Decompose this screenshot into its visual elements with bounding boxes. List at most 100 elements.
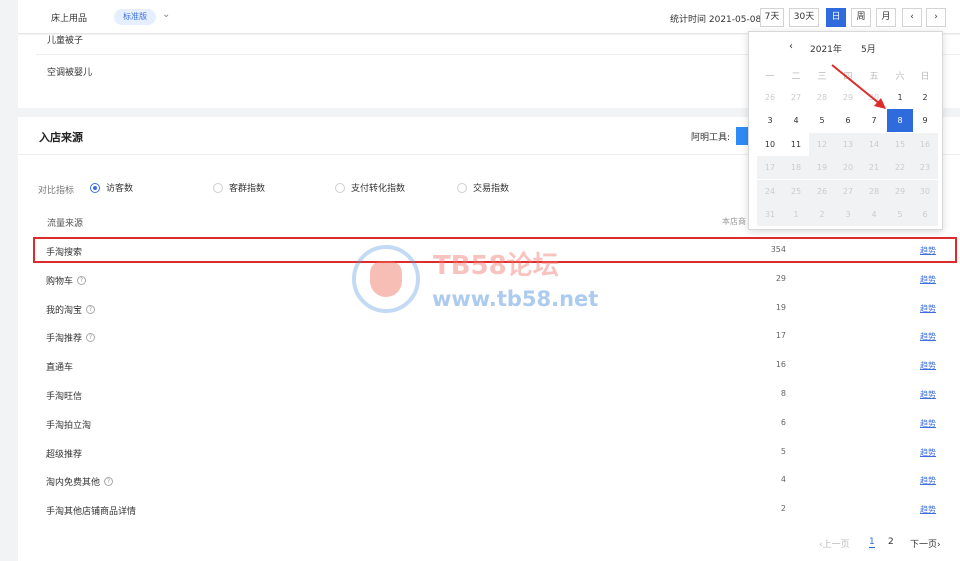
metric-radio-visitors[interactable]: 访客数 — [90, 181, 133, 194]
date-cell[interactable]: 7 — [861, 109, 887, 132]
trend-link[interactable]: 趋势 — [920, 360, 936, 371]
radio-icon — [90, 182, 100, 193]
visitor-count: 29 — [775, 273, 786, 283]
column-header-shop[interactable]: 本店商 — [722, 216, 746, 227]
help-icon[interactable]: ? — [86, 304, 96, 314]
date-cell: 19 — [809, 156, 835, 180]
source-name-label: 淘内免费其他 — [46, 478, 101, 489]
list-item[interactable]: 空调被婴儿 — [47, 65, 92, 78]
source-name-label: 直通车 — [46, 363, 74, 374]
trend-link[interactable]: 趋势 — [920, 418, 936, 429]
date-cell[interactable]: 27 — [783, 86, 809, 109]
period-7d-button[interactable]: 7天 — [760, 8, 784, 27]
trend-link[interactable]: 趋势 — [920, 389, 936, 400]
date-cell: 1 — [783, 203, 809, 226]
table-row: 直通车 16 趋势 — [18, 351, 960, 379]
visitor-count: 2 — [780, 504, 786, 514]
date-cell: 26 — [809, 179, 835, 203]
weekday-label: 一 — [765, 72, 775, 82]
trend-link[interactable]: 趋势 — [920, 475, 936, 486]
source-name-label: 购物车 — [46, 276, 74, 287]
weekday-label: 二 — [791, 72, 801, 82]
page-2-button[interactable]: 2 — [888, 537, 894, 547]
radio-label: 访客数 — [106, 184, 134, 194]
date-cell[interactable]: 5 — [809, 109, 835, 132]
source-name-label: 手淘旺信 — [46, 392, 83, 402]
next-page-button[interactable]: 下一页› — [910, 537, 941, 550]
page-1-button[interactable]: 1 — [869, 537, 875, 548]
edition-badge[interactable]: 标准版 — [114, 9, 156, 25]
weekday-label: 日 — [920, 72, 930, 82]
radio-icon — [457, 182, 467, 193]
watermark-url: www.tb58.net — [432, 287, 599, 311]
month-select[interactable]: 5月 — [861, 42, 876, 55]
period-day-button[interactable]: 日 — [826, 8, 846, 27]
column-header-source: 流量来源 — [47, 219, 84, 229]
tool-label: 阿明工具: — [691, 133, 731, 143]
weekday-label: 六 — [895, 72, 905, 82]
date-cell: 16 — [912, 132, 938, 156]
date-cell: 25 — [783, 179, 809, 203]
date-cell[interactable]: 9 — [912, 109, 938, 132]
visitor-count: 17 — [775, 331, 786, 341]
prev-page-button[interactable]: ‹上一页 — [819, 537, 850, 550]
date-cell: 2 — [809, 203, 835, 226]
date-cell[interactable]: 1 — [887, 86, 913, 109]
source-name: 直通车 — [46, 360, 73, 373]
date-cell: 18 — [783, 156, 809, 180]
date-cell[interactable]: 10 — [757, 133, 783, 156]
visitor-count: 19 — [775, 302, 786, 312]
list-item[interactable]: 儿童被子 — [47, 33, 83, 46]
period-week-button[interactable]: 周 — [851, 8, 871, 27]
next-period-button[interactable]: › — [926, 8, 946, 27]
trend-link[interactable]: 趋势 — [920, 274, 936, 285]
period-month-button[interactable]: 月 — [876, 8, 896, 27]
year-select[interactable]: 2021年 — [810, 42, 842, 55]
date-cell[interactable]: 3 — [757, 109, 783, 132]
date-cell: 4 — [861, 203, 887, 226]
section-title: 入店来源 — [39, 131, 83, 144]
source-name-label: 手淘推荐 — [46, 334, 83, 345]
chevron-down-icon[interactable]: ⌄ — [162, 9, 170, 20]
date-cell[interactable]: 11 — [783, 133, 809, 156]
trend-link[interactable]: 趋势 — [920, 504, 936, 515]
help-icon[interactable]: ? — [77, 275, 87, 285]
prev-period-button[interactable]: ‹ — [902, 8, 922, 27]
date-cell: 24 — [757, 179, 783, 203]
date-cell: 5 — [887, 203, 913, 226]
trend-link[interactable]: 趋势 — [920, 331, 936, 342]
period-30d-button[interactable]: 30天 — [789, 8, 819, 27]
date-cell: 3 — [835, 203, 861, 226]
metric-radio-trade-index[interactable]: 交易指数 — [457, 181, 509, 194]
date-cell[interactable]: 6 — [835, 109, 861, 132]
visitor-count: 6 — [780, 417, 786, 427]
date-cell: 12 — [809, 132, 835, 156]
source-name: 购物车? — [46, 274, 87, 287]
prev-month-icon[interactable]: ‹ — [789, 41, 793, 52]
date-cell[interactable]: 4 — [783, 109, 809, 132]
date-picker-header: ‹ 2021年 5月 — [749, 32, 942, 62]
category-label[interactable]: 床上用品 — [51, 11, 87, 24]
radio-label: 支付转化指数 — [351, 184, 406, 194]
source-name: 手淘推荐? — [46, 331, 96, 345]
trend-link[interactable]: 趋势 — [920, 447, 936, 458]
trend-link[interactable]: 趋势 — [920, 303, 936, 314]
watermark-logo-icon — [352, 245, 420, 313]
help-icon[interactable]: ? — [86, 333, 96, 343]
date-cell: 21 — [861, 156, 887, 180]
help-icon[interactable]: ? — [104, 477, 114, 487]
metric-radio-conversion-index[interactable]: 支付转化指数 — [335, 181, 405, 194]
source-name-label: 手淘拍立淘 — [46, 420, 92, 431]
date-cell: 17 — [757, 156, 783, 180]
radio-label: 客群指数 — [229, 184, 266, 194]
source-name-label: 我的淘宝 — [46, 305, 83, 316]
source-name: 淘内免费其他? — [46, 475, 114, 489]
date-cell[interactable]: 2 — [912, 86, 938, 109]
source-name: 手淘旺信 — [46, 389, 82, 402]
radio-label: 交易指数 — [473, 184, 510, 194]
date-cell-selected[interactable]: 8 — [887, 109, 913, 133]
date-cell: 22 — [887, 156, 913, 180]
date-cell[interactable]: 26 — [757, 86, 783, 109]
date-cell: 15 — [887, 132, 913, 156]
metric-radio-customer-index[interactable]: 客群指数 — [213, 181, 265, 194]
